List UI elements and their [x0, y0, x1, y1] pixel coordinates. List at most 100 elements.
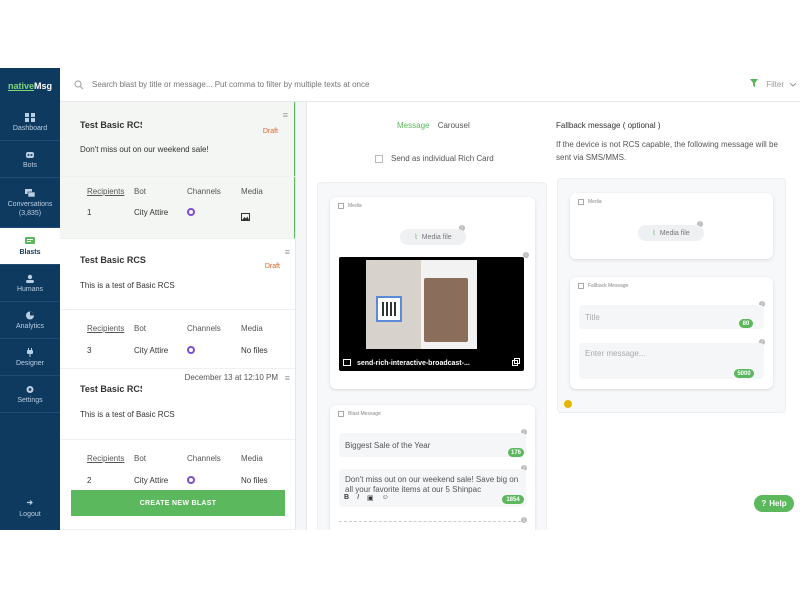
logout-button[interactable]: Logout	[0, 494, 60, 522]
fallback-title-count: 80	[739, 319, 753, 328]
fallback-media-file-button[interactable]: ⌇ Media file	[638, 225, 704, 241]
dashboard-icon	[25, 112, 35, 122]
recipients-header[interactable]: Recipients	[87, 324, 124, 333]
editor-tabs: Message Carousel	[397, 121, 470, 130]
title-char-count: 176	[508, 448, 524, 457]
logout-label: Logout	[19, 510, 41, 518]
top-bar: Filter	[60, 68, 800, 102]
blast-card[interactable]: ≡ Test Basic RCS Draft This is a test of…	[60, 239, 295, 369]
sidebar-item-label: Settings	[17, 396, 43, 404]
sidebar-item-label: Dashboard	[12, 124, 48, 132]
media-card-header: Media	[338, 203, 362, 209]
menu-icon[interactable]: ≡	[285, 247, 290, 257]
title-field-value: Biggest Sale of the Year	[345, 440, 431, 450]
logout-icon	[26, 499, 34, 508]
funnel-icon	[750, 79, 759, 89]
paperclip-icon: ⌇	[414, 234, 418, 241]
blast-title: Test Basic RCS	[80, 255, 146, 265]
media-file-button[interactable]: ⌇ Media file	[400, 229, 466, 245]
sidebar-item-conversations[interactable]: Conversations (3,835)	[0, 178, 60, 228]
blast-meta: Recipients Bot Channels Media 1 City Att…	[60, 176, 295, 239]
recipients-header[interactable]: Recipients	[87, 187, 124, 196]
emoji-icon[interactable]: ☺	[382, 494, 389, 502]
blast-meta: Recipients Bot Channels Media 2 City Att…	[60, 439, 295, 530]
channels-header: Channels	[187, 454, 221, 463]
sidebar-item-blasts[interactable]: Blasts	[0, 228, 60, 265]
sidebar-item-humans[interactable]: Humans	[0, 265, 60, 302]
search-icon	[74, 79, 86, 91]
logo-part-msg: Msg	[34, 81, 52, 91]
sidebar-item-label: Blasts	[19, 248, 41, 256]
recipients-value: 2	[87, 476, 92, 485]
info-icon: i	[523, 252, 529, 258]
sidebar-item-designer[interactable]: Designer	[0, 339, 60, 376]
bold-button[interactable]: B	[344, 494, 349, 502]
blast-card[interactable]: ≡ Test Basic RCS Draft Don't miss out on…	[60, 102, 295, 239]
blast-meta: Recipients Bot Channels Media 3 City Att…	[60, 309, 295, 369]
sidebar-item-analytics[interactable]: Analytics	[0, 302, 60, 339]
fallback-message-title: Fallback Message	[588, 283, 629, 289]
media-file-label: Media file	[659, 229, 690, 237]
media-preview[interactable]: send-rich-interactive-broadcast-...	[339, 257, 524, 371]
tab-message[interactable]: Message	[397, 121, 429, 130]
italic-button[interactable]: I	[357, 494, 359, 502]
sidebar-item-settings[interactable]: Settings	[0, 376, 60, 413]
preview-thumbnail	[366, 260, 477, 349]
sidebar-item-label: Conversations	[7, 200, 53, 208]
channels-header: Channels	[187, 324, 221, 333]
help-button[interactable]: ? Help	[754, 495, 794, 512]
preview-filename: send-rich-interactive-broadcast-...	[357, 359, 470, 367]
sidebar-item-bots[interactable]: Bots	[0, 141, 60, 178]
bot-header: Bot	[134, 324, 147, 333]
menu-icon[interactable]: ≡	[283, 110, 288, 120]
conversations-count: (3,835)	[18, 209, 42, 217]
fallback-column: Media i ⌇ Media file Fallback Message i …	[557, 178, 786, 413]
question-icon: ?	[761, 499, 767, 508]
app-logo[interactable]: native Msg	[0, 68, 60, 104]
rich-card-checkbox[interactable]	[375, 154, 383, 163]
users-icon	[25, 274, 35, 283]
chevron-down-icon	[789, 80, 797, 89]
message-icon	[338, 411, 344, 417]
bot-header: Bot	[134, 454, 147, 463]
help-label: Help	[769, 499, 787, 508]
filter-button[interactable]: Filter	[750, 79, 797, 89]
channels-header: Channels	[187, 187, 221, 196]
image-icon[interactable]: ▣	[367, 494, 374, 502]
sidebar-item-label: Humans	[16, 285, 44, 293]
bot-value: City Attire	[134, 476, 169, 485]
pie-chart-icon	[25, 311, 35, 320]
bot-icon	[25, 150, 35, 159]
media-value: No files	[241, 346, 268, 355]
image-icon	[343, 358, 351, 368]
info-icon: i	[521, 517, 527, 523]
sidebar-item-dashboard[interactable]: Dashboard	[0, 104, 60, 141]
qr-code-icon	[376, 296, 402, 322]
tab-carousel[interactable]: Carousel	[438, 121, 470, 130]
message-icon	[578, 283, 584, 289]
recipients-header[interactable]: Recipients	[87, 454, 124, 463]
fallback-media-card: Media i ⌇ Media file	[570, 193, 773, 259]
sidebar-item-label: Bots	[22, 161, 37, 169]
gear-icon	[25, 385, 35, 394]
fallback-title-field[interactable]: Title	[579, 305, 764, 329]
fallback-message-card: Fallback Message i Title 80 i Enter mess…	[570, 277, 773, 389]
fallback-message-count: 5000	[734, 369, 754, 378]
create-blast-button[interactable]: CREATE NEW BLAST	[71, 490, 285, 516]
search-input[interactable]	[92, 80, 652, 89]
media-file-label: Media file	[421, 233, 452, 241]
fallback-description: If the device is not RCS capable, the fo…	[556, 140, 778, 162]
fallback-media-header: Media	[578, 199, 602, 205]
copy-icon[interactable]	[512, 358, 520, 368]
menu-icon[interactable]: ≡	[285, 373, 290, 383]
paperclip-icon: ⌇	[652, 230, 656, 237]
person-phone-image	[424, 278, 468, 342]
recipients-value: 3	[87, 346, 92, 355]
sidebar-item-label: Designer	[15, 359, 44, 367]
title-field[interactable]: Biggest Sale of the Year	[339, 433, 526, 457]
format-toolbar: B I ▣ ☺	[344, 494, 389, 502]
app-root: native Msg Dashboard Bots Conversations (…	[0, 68, 800, 530]
status-badge: Draft	[264, 263, 280, 270]
blast-icon	[25, 236, 35, 246]
rich-card-option[interactable]: Send as individual Rich Card	[375, 154, 494, 163]
